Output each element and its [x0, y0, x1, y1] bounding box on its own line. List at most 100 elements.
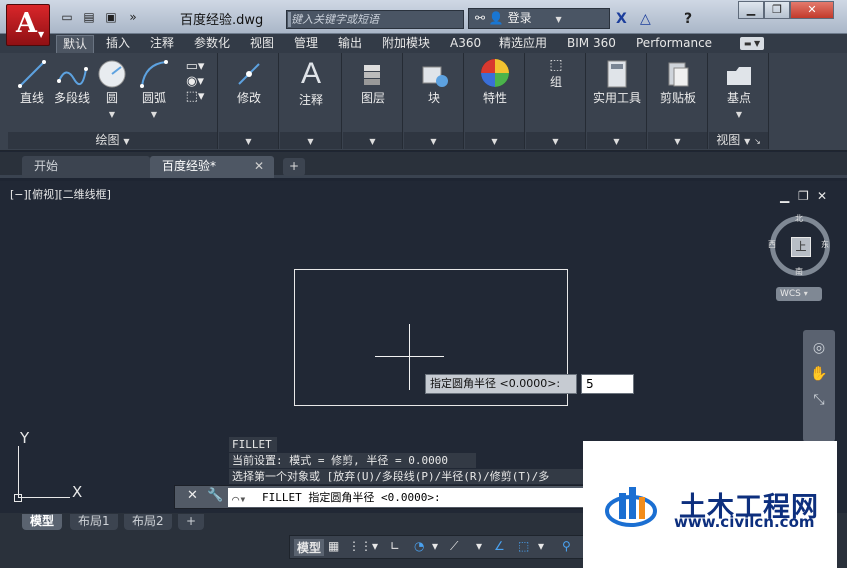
- ucs-y-label: Y: [20, 429, 30, 447]
- customize-wrench-icon[interactable]: 🔧: [207, 488, 223, 503]
- viewport-label[interactable]: [−][俯视][二维线框]: [10, 186, 111, 202]
- arc-icon: [140, 60, 168, 88]
- base-view-tool[interactable]: 基点 ▼: [715, 61, 763, 120]
- compass-west[interactable]: 西: [768, 239, 776, 250]
- tab-featured-apps[interactable]: 精选应用: [493, 35, 553, 53]
- exchange-icon[interactable]: X: [616, 11, 627, 27]
- more-tools-icon[interactable]: »: [124, 8, 142, 26]
- new-file-icon[interactable]: ▭: [58, 8, 76, 26]
- command-line-input[interactable]: ⌒▾ FILLET 指定圆角半径 <0.0000>:: [228, 488, 583, 507]
- model-space-button[interactable]: 模型: [294, 539, 325, 556]
- compass-north[interactable]: 北: [795, 213, 803, 224]
- ucs-x-label: X: [72, 483, 83, 501]
- steering-wheel-icon[interactable]: ◎: [803, 340, 835, 356]
- viewport-close-icon[interactable]: ✕: [817, 189, 827, 203]
- new-tab-button[interactable]: +: [283, 158, 305, 176]
- login-button[interactable]: ⚯ 👤 登录 ▼: [468, 8, 610, 29]
- circle-tool[interactable]: 圆 ▼: [96, 59, 128, 120]
- compass-south[interactable]: 南: [795, 266, 803, 277]
- arc-tool[interactable]: 圆弧 ▼: [136, 59, 172, 120]
- tab-home[interactable]: 默认: [56, 35, 95, 53]
- help-icon[interactable]: ?: [684, 11, 692, 27]
- draw-panel-footer[interactable]: 绘图 ▼: [8, 132, 217, 149]
- utilities-panel-footer[interactable]: ▼: [587, 132, 646, 149]
- tab-performance[interactable]: Performance: [630, 35, 718, 53]
- wcs-menu[interactable]: WCS ▾: [776, 287, 822, 301]
- tab-model[interactable]: 模型: [22, 514, 63, 530]
- viewport-restore-icon[interactable]: ❐: [798, 189, 809, 203]
- osnap-dropdown-icon[interactable]: ▾: [538, 539, 544, 553]
- watermark-logo: 土木工程网 www.civilcn.com: [583, 441, 837, 568]
- tab-layout1[interactable]: 布局1: [70, 514, 118, 530]
- close-button[interactable]: ✕: [790, 1, 834, 19]
- tab-start[interactable]: 开始: [22, 156, 150, 178]
- line-tool[interactable]: 直线: [16, 59, 48, 106]
- isodraft-icon[interactable]: ⟋: [450, 539, 458, 554]
- tab-annotate[interactable]: 注释: [144, 35, 180, 53]
- close-tab-icon[interactable]: ✕: [254, 156, 264, 176]
- layers-panel-footer[interactable]: ▼: [343, 132, 402, 149]
- rectangle-icon[interactable]: ▭▾: [180, 59, 210, 74]
- zoom-extents-icon[interactable]: ⤡: [803, 392, 835, 408]
- isodraft-dropdown-icon[interactable]: ▾: [476, 539, 482, 553]
- viewport-minimize-icon[interactable]: ▁: [780, 189, 789, 203]
- block-tool[interactable]: 块: [414, 59, 454, 106]
- annotation-scale-icon[interactable]: ⚲: [562, 539, 571, 553]
- block-panel-footer[interactable]: ▼: [404, 132, 463, 149]
- block-insert-icon: [422, 66, 448, 87]
- add-layout-button[interactable]: +: [178, 514, 205, 530]
- compass-east[interactable]: 东: [821, 239, 829, 250]
- properties-panel-footer[interactable]: ▼: [465, 132, 524, 149]
- circle-dropdown-icon: ▼: [108, 110, 116, 119]
- maximize-button[interactable]: ❐: [764, 1, 790, 19]
- search-input[interactable]: 键入关键字或短语: [286, 10, 464, 29]
- tab-addins[interactable]: 附加模块: [376, 35, 436, 53]
- polar-icon[interactable]: ◔: [414, 539, 424, 553]
- modify-tool[interactable]: 修改: [229, 59, 269, 106]
- open-file-icon[interactable]: ▤: [80, 8, 98, 26]
- close-command-icon[interactable]: ✕: [187, 488, 198, 503]
- tab-bim360[interactable]: BIM 360: [561, 35, 622, 53]
- minimize-button[interactable]: ▁: [738, 1, 764, 19]
- layers-tool[interactable]: 图层: [353, 59, 393, 106]
- tab-view[interactable]: 视图: [244, 35, 280, 53]
- object-tracking-icon[interactable]: ∠: [494, 539, 505, 553]
- arc-dropdown-icon: ▼: [150, 110, 158, 119]
- tab-document[interactable]: 百度经验* ✕: [150, 156, 274, 178]
- utilities-tool[interactable]: 实用工具: [591, 59, 643, 106]
- pan-hand-icon[interactable]: ✋: [803, 366, 835, 382]
- snap-icon[interactable]: ⋮⋮: [348, 539, 372, 553]
- ortho-icon[interactable]: ∟: [390, 539, 400, 553]
- tab-output[interactable]: 输出: [332, 35, 368, 53]
- ucs-x-axis: [18, 497, 70, 498]
- annotate-tool[interactable]: A 注释: [290, 57, 332, 108]
- polar-dropdown-icon[interactable]: ▾: [432, 539, 438, 553]
- boundary-icon[interactable]: ⬚▾: [180, 89, 210, 104]
- view-panel-footer[interactable]: 视图 ▼ ↘: [709, 132, 768, 149]
- a360-icon[interactable]: △: [640, 11, 651, 27]
- properties-tool[interactable]: 特性: [475, 57, 515, 106]
- snap-dropdown-icon[interactable]: ▾: [372, 539, 378, 553]
- tab-manage[interactable]: 管理: [288, 35, 324, 53]
- tab-layout2[interactable]: 布局2: [124, 514, 172, 530]
- ribbon-options-icon[interactable]: ▬ ▼: [740, 37, 764, 50]
- clipboard-panel-footer[interactable]: ▼: [648, 132, 707, 149]
- osnap-icon[interactable]: ⬚: [518, 539, 529, 553]
- dynamic-input-field[interactable]: 5: [581, 374, 634, 394]
- tab-a360[interactable]: A360: [444, 35, 487, 53]
- chevron-down-icon: ▼: [38, 30, 45, 39]
- viewcube-top-face[interactable]: 上: [791, 237, 811, 257]
- ribbon-tab-bar: 默认 插入 注释 参数化 视图 管理 输出 附加模块 A360 精选应用 BIM…: [0, 34, 847, 53]
- grid-icon[interactable]: ▦: [328, 539, 339, 553]
- tab-insert[interactable]: 插入: [100, 35, 136, 53]
- polyline-tool[interactable]: 多段线: [52, 59, 92, 106]
- application-menu-button[interactable]: A ▼: [6, 4, 50, 46]
- tab-parametric[interactable]: 参数化: [188, 35, 236, 53]
- save-icon[interactable]: ▣: [102, 8, 120, 26]
- modify-panel-footer[interactable]: ▼: [219, 132, 278, 149]
- group-panel-footer[interactable]: ▼: [526, 132, 585, 149]
- hatch-icon[interactable]: ◉▾: [180, 74, 210, 89]
- clipboard-tool[interactable]: 剪贴板: [654, 59, 702, 106]
- annotate-panel-footer[interactable]: ▼: [280, 132, 341, 149]
- group-tool[interactable]: ⬚ 组: [536, 57, 576, 90]
